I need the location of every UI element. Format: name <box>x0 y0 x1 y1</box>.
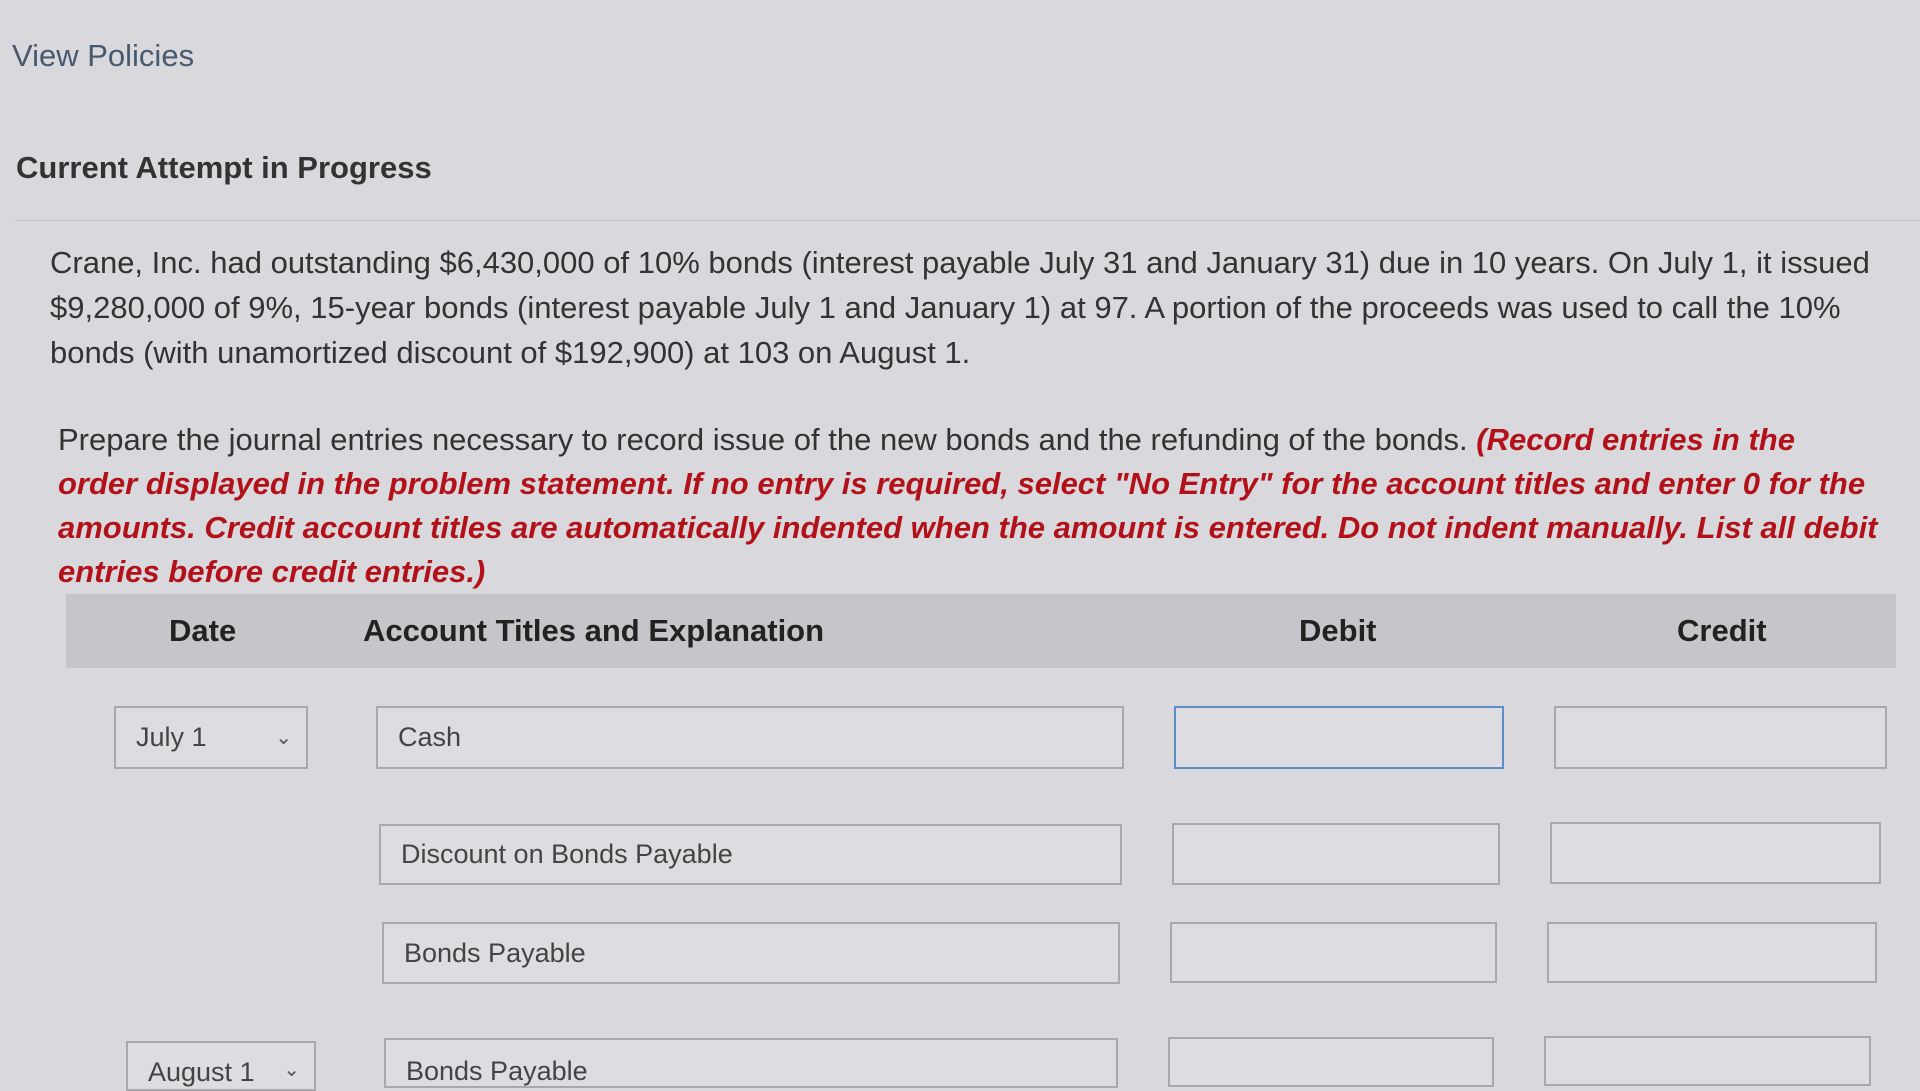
account-title-value: Bonds Payable <box>404 937 586 968</box>
divider <box>14 220 1920 221</box>
account-title-field[interactable]: Bonds Payable <box>384 1038 1118 1088</box>
account-title-field[interactable]: Discount on Bonds Payable <box>379 824 1122 885</box>
debit-input[interactable] <box>1170 922 1497 983</box>
header-credit: Credit <box>1677 613 1767 648</box>
account-title-field[interactable]: Bonds Payable <box>382 922 1120 984</box>
debit-input[interactable] <box>1168 1037 1494 1087</box>
header-date: Date <box>169 613 237 648</box>
credit-input[interactable] <box>1550 822 1881 884</box>
date-select[interactable]: July 1 ⌄ <box>114 706 308 769</box>
header-debit: Debit <box>1299 613 1377 648</box>
date-value: July 1 <box>136 722 207 752</box>
debit-input[interactable] <box>1174 706 1504 769</box>
credit-input[interactable] <box>1544 1036 1871 1086</box>
date-select[interactable]: August 1 ⌄ <box>126 1041 316 1091</box>
account-title-value: Cash <box>398 722 462 752</box>
credit-input[interactable] <box>1547 922 1877 983</box>
section-title: Current Attempt in Progress <box>16 150 432 185</box>
instructions-text: Prepare the journal entries necessary to… <box>58 422 1468 457</box>
account-title-value: Discount on Bonds Payable <box>401 839 733 869</box>
account-title-field[interactable]: Cash <box>376 706 1124 769</box>
journal-table-header: Date Account Titles and Explanation Debi… <box>66 594 1896 668</box>
view-policies-link[interactable]: View Policies <box>12 38 194 74</box>
chevron-down-icon: ⌄ <box>275 727 292 749</box>
date-value: August 1 <box>148 1057 255 1087</box>
credit-input[interactable] <box>1554 706 1887 769</box>
instructions: Prepare the journal entries necessary to… <box>58 418 1878 594</box>
chevron-down-icon: ⌄ <box>283 1059 300 1081</box>
account-title-value: Bonds Payable <box>406 1056 588 1086</box>
problem-statement: Crane, Inc. had outstanding $6,430,000 o… <box>50 245 1870 370</box>
debit-input[interactable] <box>1172 823 1500 885</box>
header-account: Account Titles and Explanation <box>363 613 825 648</box>
